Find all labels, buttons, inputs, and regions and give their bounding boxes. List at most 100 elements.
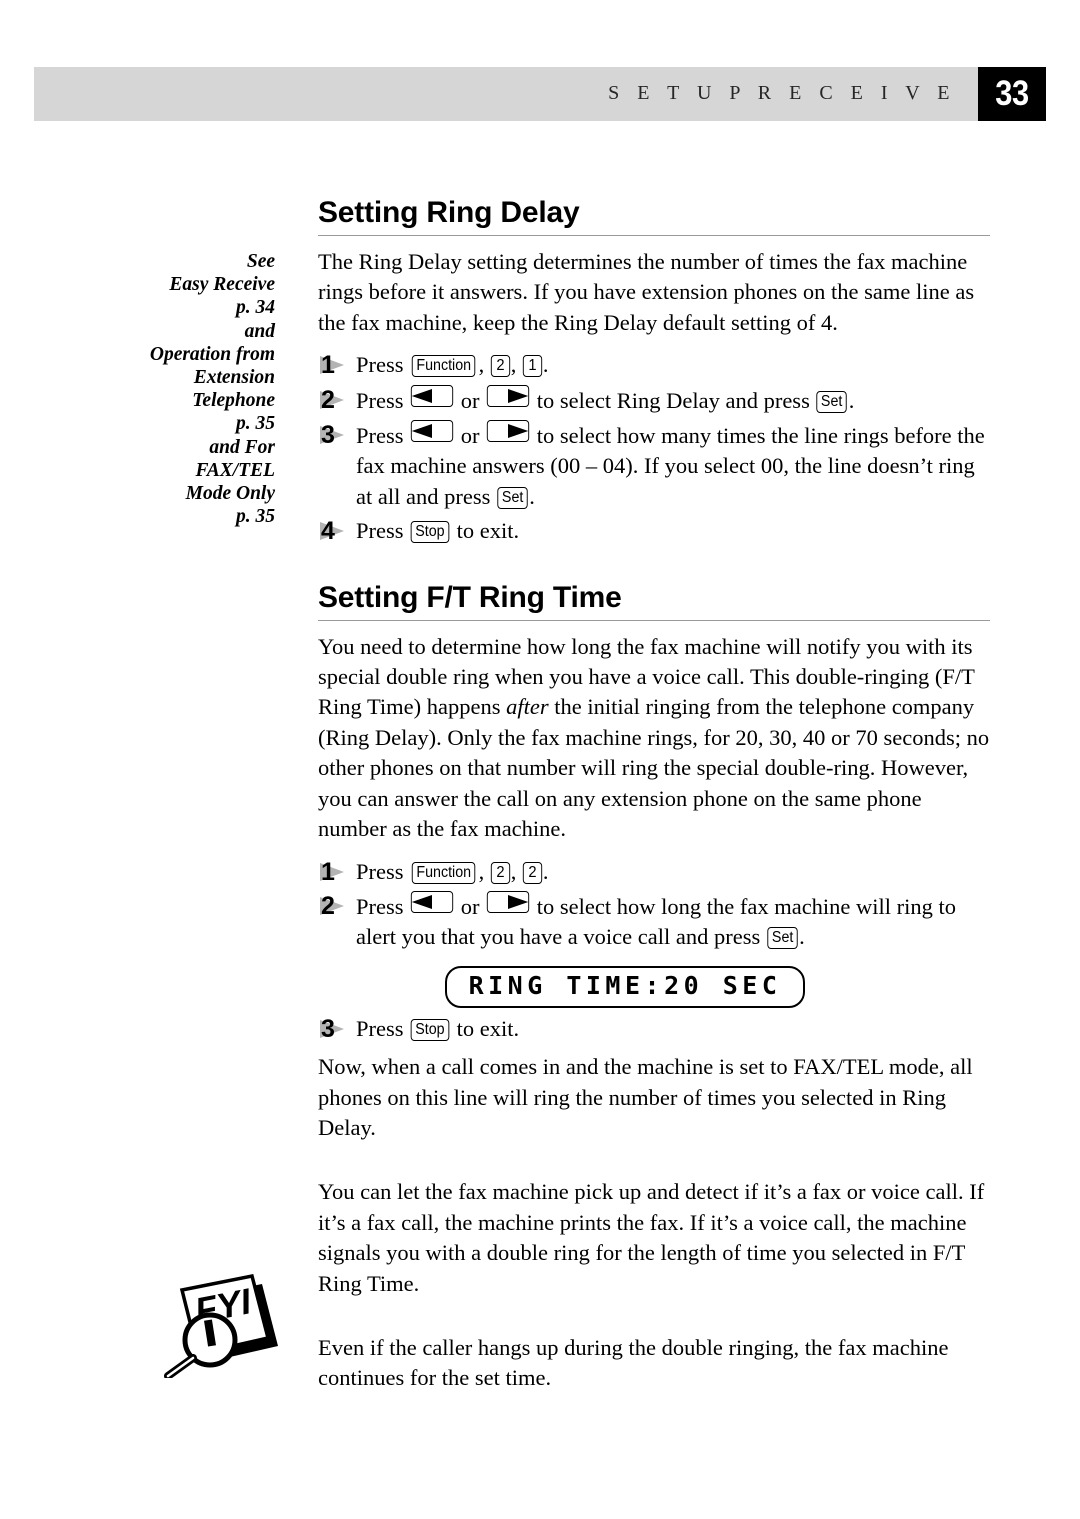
left-arrow-icon (411, 388, 433, 403)
punct: . (542, 858, 549, 884)
key-digit-2[interactable]: 2 (522, 861, 543, 884)
key-digit-2[interactable]: 2 (490, 355, 510, 378)
punct: . (529, 483, 535, 509)
step-number: 1 (321, 857, 335, 886)
step-text-pre: Press (356, 352, 410, 378)
page-number-box: 33 (978, 67, 1046, 121)
step-text-pre: Press (356, 518, 410, 544)
step-marker: 4 (318, 516, 356, 546)
left-arrow-icon (411, 894, 433, 909)
fyi-magnifier-icon: FYI (152, 1268, 282, 1380)
key-digit-1[interactable]: 1 (522, 355, 543, 378)
step-text: Press Stop to exit. (356, 516, 990, 546)
step-number: 2 (321, 385, 335, 414)
step-number: 1 (321, 351, 335, 380)
punct: . (799, 924, 805, 950)
step-text-pre: Press (356, 893, 410, 919)
margin-note-line: See (246, 251, 275, 272)
step-text-mid: or (455, 893, 486, 919)
punct: , (478, 352, 490, 378)
fyi-paragraph: Even if the caller hangs up during the d… (318, 1334, 949, 1391)
step-marker: 3 (318, 1014, 356, 1044)
step-item: 1 Press Function, 2, 1. (318, 350, 990, 380)
left-arrow-icon (411, 424, 433, 439)
margin-note-line: and For (209, 436, 275, 458)
margin-note-line: and (244, 320, 275, 342)
heading-setting-ft-ring-time: Setting F/T Ring Time (318, 581, 990, 621)
left-arrow-key-icon[interactable] (410, 890, 454, 913)
margin-note-line: p. 35 (236, 413, 275, 435)
step-marker: 2 (318, 891, 356, 921)
step-text-pre: Press (356, 858, 410, 884)
margin-note-line: p. 35 (236, 506, 275, 528)
margin-note-line: FAX/TEL (195, 459, 275, 481)
left-arrow-key-icon[interactable] (410, 384, 454, 407)
punct: . (542, 352, 549, 378)
key-set[interactable]: Set (767, 927, 798, 950)
step-text-pre: Press (356, 387, 410, 413)
step-text: Press or to select how many times the li… (356, 420, 990, 512)
key-function[interactable]: Function (411, 861, 476, 884)
margin-note-line: Extension (193, 367, 275, 389)
step-text-pre: Press (356, 1015, 410, 1041)
right-arrow-key-icon[interactable] (486, 420, 530, 443)
step-item: 4 Press Stop to exit. (318, 516, 990, 546)
margin-note-line: Telephone (192, 390, 275, 412)
step-text-post: to exit. (451, 1015, 520, 1041)
punct: . (848, 387, 855, 413)
right-arrow-key-icon[interactable] (486, 384, 530, 407)
margin-note-line: Operation from (149, 343, 275, 365)
step-number: 4 (321, 517, 335, 546)
step-item: 3 Press Stop to exit. (318, 1014, 990, 1044)
step-text-mid: or (455, 387, 486, 413)
step-text: Press Stop to exit. (356, 1014, 990, 1044)
punct: , (478, 858, 490, 884)
step-item: 2 Press or to select Ring Delay and pres… (318, 384, 990, 416)
key-stop[interactable]: Stop (410, 1018, 450, 1041)
after-setting-paragraph: Now, when a call comes in and the machin… (318, 1054, 973, 1140)
left-arrow-key-icon[interactable] (410, 420, 454, 443)
step-marker: 2 (318, 385, 356, 415)
lcd-display: RING TIME:20 SEC (444, 965, 806, 1008)
key-function[interactable]: Function (411, 355, 476, 378)
page-header: S E T U P R E C E I V E 33 (34, 67, 1046, 121)
heading-setting-ring-delay: Setting Ring Delay (318, 196, 990, 236)
step-item: 2 Press or to select how long the fax ma… (318, 890, 990, 953)
key-set[interactable]: Set (497, 486, 528, 509)
step-text: Press Function, 2, 2. (356, 857, 990, 887)
step-text-post: to select Ring Delay and press (531, 387, 816, 413)
step-text-mid: or (455, 423, 486, 449)
step-marker: 1 (318, 857, 356, 887)
step-marker: 1 (318, 350, 356, 380)
margin-note-line: Mode Only (185, 483, 275, 505)
main-content-column: Setting Ring Delay The Ring Delay settin… (318, 196, 990, 1394)
right-arrow-key-icon[interactable] (486, 890, 530, 913)
key-set[interactable]: Set (816, 390, 848, 413)
ring-delay-intro-paragraph: The Ring Delay setting determines the nu… (318, 249, 975, 335)
detect-paragraph: You can let the fax machine pick up and … (318, 1179, 985, 1296)
step-number: 3 (321, 421, 335, 450)
page-number: 33 (995, 74, 1029, 113)
key-stop[interactable]: Stop (410, 521, 450, 544)
step-text: Press or to select how long the fax mach… (356, 890, 990, 953)
margin-note: See Easy Receive p. 34 and Operation fro… (110, 250, 275, 528)
punct: , (510, 352, 522, 378)
section-ring-delay: Setting Ring Delay (318, 196, 990, 236)
step-number: 2 (321, 891, 335, 920)
step-item: 3 Press or to select how many times the … (318, 420, 990, 512)
lcd-display-wrap: RING TIME:20 SEC (318, 965, 990, 1008)
margin-note-line: p. 34 (236, 297, 275, 319)
ft-ring-time-intro-paragraph: You need to determine how long the fax m… (318, 632, 990, 845)
step-number: 3 (321, 1014, 335, 1043)
right-arrow-icon (508, 894, 529, 909)
intro-italic-word: after (506, 694, 549, 720)
key-digit-2[interactable]: 2 (490, 861, 510, 884)
right-arrow-icon (508, 424, 529, 439)
step-text: Press or to select Ring Delay and press … (356, 384, 990, 416)
right-arrow-icon (508, 388, 529, 403)
